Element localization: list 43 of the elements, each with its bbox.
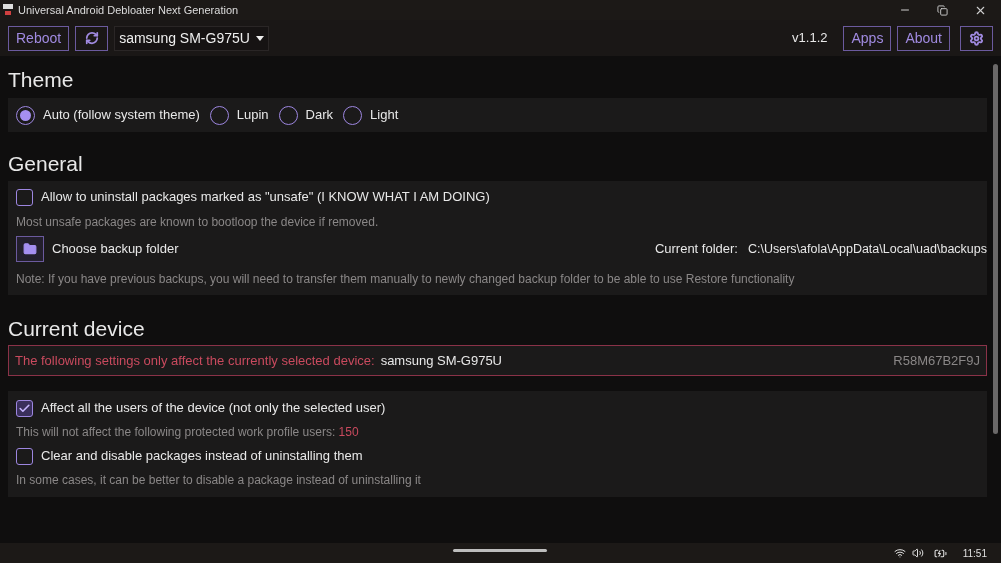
folder-button[interactable] <box>16 236 44 262</box>
checkbox[interactable] <box>16 447 33 465</box>
check-icon <box>18 401 31 415</box>
refresh-icon <box>84 31 99 45</box>
refresh-button[interactable] <box>75 25 109 51</box>
checkbox-label: Clear and disable packages instead of uninstalling them <box>41 447 363 466</box>
wifi-icon[interactable] <box>893 547 906 559</box>
checkbox-label: Allow to uninstall packages marked as "unsafe" (I KNOW WHAT I AM DOING) <box>41 188 490 207</box>
checkbox[interactable] <box>16 399 33 417</box>
restore-icon[interactable] <box>937 4 948 16</box>
current-folder-label: Current folder: <box>654 240 738 259</box>
section-heading: General <box>8 151 84 177</box>
serial-number: R58M67B2F9J <box>893 351 980 370</box>
app-logo-icon <box>2 3 14 17</box>
settings-icon <box>969 30 984 46</box>
about-button[interactable]: About <box>897 25 950 51</box>
radio-label: Light <box>370 106 399 125</box>
caret-icon <box>255 35 264 41</box>
hint-text: In some cases, it can be better to disable a package instead of uninstalling it <box>16 472 422 489</box>
volume-icon[interactable] <box>911 547 924 559</box>
apps-button[interactable]: Apps <box>843 25 892 51</box>
section-heading: Theme <box>8 67 75 93</box>
folder-icon <box>23 242 37 256</box>
note-text: Note: If you have previous backups, you will need to transfer them manually to newly changed backup folder to be able to use Restore functionality <box>16 271 796 288</box>
current-folder-path: C:\Users\afola\AppData\Local\uad\backups <box>747 240 987 258</box>
scrollbar[interactable] <box>992 64 998 434</box>
radio-label: Lupin <box>236 106 269 125</box>
hint-text: Most unsafe packages are known to bootloop the device if removed. <box>16 214 380 231</box>
hint-text: This will not affect the following protected work profile users: 150 <box>16 424 360 441</box>
version-label: v1.1.2 <box>792 29 828 48</box>
reboot-button[interactable]: Reboot <box>8 25 70 51</box>
checkbox[interactable] <box>16 188 33 206</box>
warning-text: The following settings only affect the currently selected device: <box>15 351 375 370</box>
button-label: Choose backup folder <box>52 240 179 259</box>
settings-button[interactable] <box>960 25 993 51</box>
clock: 11:51 <box>962 546 987 561</box>
device-name: samsung SM-G975U <box>380 351 502 370</box>
section-heading: Current device <box>8 316 146 342</box>
device-dropdown[interactable]: samsung SM-G975U <box>114 25 269 51</box>
radio-label: Dark <box>305 106 334 125</box>
window-title: Universal Android Debloater Next Generation <box>18 2 239 18</box>
checkbox-label: Affect all the users of the device (not only the selected user) <box>41 399 386 418</box>
radio-label: Auto (follow system theme) <box>43 106 200 125</box>
